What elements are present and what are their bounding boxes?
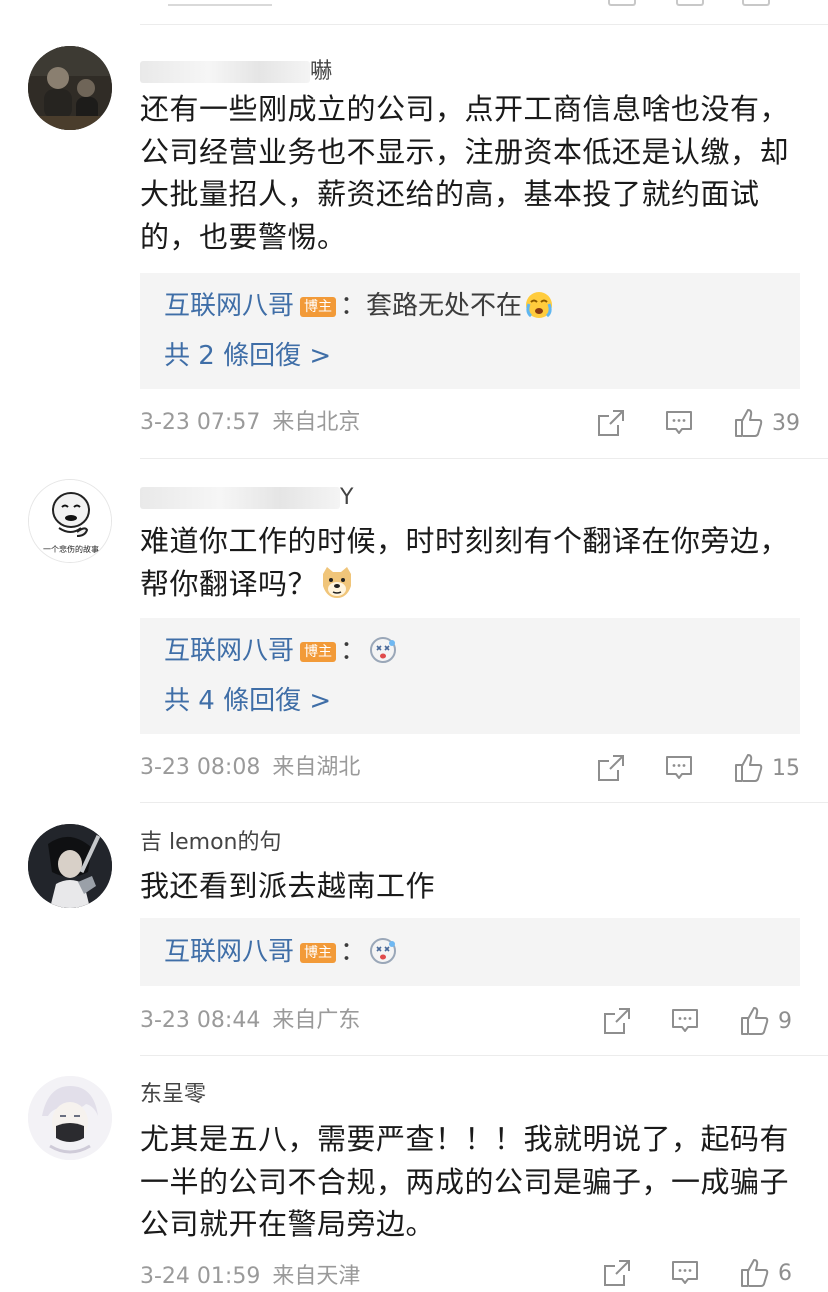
divider: [140, 24, 828, 25]
like-icon: [742, 0, 770, 6]
share-icon: [604, 1260, 630, 1286]
username-redacted: [140, 487, 340, 509]
avatar[interactable]: [28, 1076, 112, 1160]
like-count: 15: [772, 755, 800, 781]
doge-emoji: [319, 564, 355, 612]
comment-location: 来自北京: [272, 410, 361, 435]
comment-meta: 3-23 07:57 来自北京: [140, 408, 360, 438]
reply-box[interactable]: 互联网八哥 博主： 共 4 條回復 >: [140, 618, 800, 734]
comment-text: 难道你工作的时候，时时刻刻有个翻译在你旁边，帮你翻译吗？: [140, 520, 800, 611]
crying-face-emoji: [524, 290, 554, 329]
username-visible: 嚇: [310, 59, 333, 84]
share-icon: [598, 755, 624, 781]
share-icon: [604, 1008, 630, 1034]
comment-icon: [676, 0, 704, 6]
comment-text: 还有一些刚成立的公司，点开工商信息啥也没有，公司经营业务也不显示，注册资本低还是…: [140, 92, 790, 254]
comment-date: 3-24 01:59: [140, 1264, 261, 1289]
comment-button[interactable]: [664, 753, 694, 783]
comment-text: 我还看到派去越南工作: [140, 869, 436, 903]
share-button[interactable]: [602, 1006, 632, 1036]
avatar[interactable]: [28, 824, 112, 908]
comment-location: 来自天津: [272, 1264, 361, 1289]
like-button[interactable]: 9: [738, 1005, 800, 1037]
op-badge: 博主: [300, 642, 337, 662]
comment-actions: 6: [602, 1256, 800, 1290]
reply-count-link[interactable]: 共 2 條回復 >: [164, 339, 331, 373]
op-badge: 博主: [300, 297, 337, 317]
comment-date: 3-23 08:44: [140, 1008, 261, 1033]
like-button[interactable]: 39: [732, 407, 800, 439]
username[interactable]: Y: [140, 484, 353, 512]
divider: [140, 802, 828, 803]
username[interactable]: 东呈零: [140, 1081, 206, 1109]
like-count: 39: [772, 410, 800, 436]
reply-text: ：套路无处不在: [340, 291, 523, 321]
comment-location: 来自广东: [272, 1008, 361, 1033]
username-visible: 吉 lemon的句: [140, 830, 282, 855]
like-icon: [741, 1259, 769, 1287]
comment-meta: 3-23 08:08 来自湖北: [140, 753, 360, 783]
previous-meta-remnant: [168, 0, 272, 6]
comment-meta: 3-24 01:59 来自天津: [140, 1262, 360, 1292]
dizzy-face-emoji: [368, 635, 398, 674]
comment-icon: [672, 1009, 698, 1032]
username[interactable]: 吉 lemon的句: [140, 829, 281, 857]
username-visible: 东呈零: [140, 1082, 207, 1107]
op-badge: 博主: [300, 943, 337, 963]
comment-button[interactable]: [670, 1006, 700, 1036]
reply-preview[interactable]: 互联网八哥 博主：: [164, 634, 398, 674]
comment-location: 来自湖北: [272, 755, 361, 780]
comment-button[interactable]: [670, 1258, 700, 1288]
comment-meta: 3-23 08:44 来自广东: [140, 1006, 360, 1036]
share-button[interactable]: [602, 1258, 632, 1288]
reply-text: ：: [340, 636, 367, 666]
share-button[interactable]: [596, 408, 626, 438]
comment-text-content: 难道你工作的时候，时时刻刻有个翻译在你旁边，帮你翻译吗？: [140, 524, 790, 601]
comment-button[interactable]: [664, 408, 694, 438]
like-button[interactable]: 6: [738, 1257, 800, 1289]
username[interactable]: 嚇: [140, 58, 332, 86]
reply-box[interactable]: 互联网八哥 博主 ：套路无处不在 共 2 條回復 >: [140, 273, 800, 389]
like-count: 6: [778, 1260, 792, 1286]
divider: [140, 458, 828, 459]
comment-date: 3-23 08:08: [140, 755, 261, 780]
like-count: 9: [778, 1008, 792, 1034]
share-button[interactable]: [596, 753, 626, 783]
comment-icon: [666, 756, 692, 779]
comment-date: 3-23 07:57: [140, 410, 261, 435]
reply-author[interactable]: 互联网八哥: [164, 291, 294, 321]
username-redacted: [140, 61, 310, 83]
reply-count-link[interactable]: 共 4 條回復 >: [164, 684, 331, 718]
share-icon: [608, 0, 636, 6]
comment-actions: 9: [602, 1004, 800, 1038]
comment-text: 尤其是五八，需要严查！！！我就明说了，起码有一半的公司不合规，两成的公司是骗子，…: [140, 1122, 790, 1241]
like-button[interactable]: 15: [732, 752, 800, 784]
comment-actions: 15: [596, 751, 800, 785]
comment-icon: [666, 411, 692, 434]
reply-preview[interactable]: 互联网八哥 博主：: [164, 935, 398, 975]
avatar-caption: 一个悲伤的故事: [43, 544, 99, 554]
reply-text: ：: [340, 937, 367, 967]
dizzy-face-emoji: [368, 936, 398, 975]
comment-icon: [672, 1261, 698, 1284]
like-icon: [735, 754, 763, 782]
avatar[interactable]: 一个悲伤的故事: [28, 479, 112, 563]
username-visible: Y: [340, 485, 354, 510]
like-icon: [735, 409, 763, 437]
reply-author[interactable]: 互联网八哥: [164, 636, 294, 666]
previous-comment-remnant: [0, 0, 828, 26]
reply-author[interactable]: 互联网八哥: [164, 937, 294, 967]
avatar[interactable]: [28, 46, 112, 130]
reply-preview[interactable]: 互联网八哥 博主 ：套路无处不在: [164, 289, 554, 329]
like-icon: [741, 1007, 769, 1035]
divider: [140, 1055, 828, 1056]
comment-actions: 39: [596, 406, 800, 440]
reply-box[interactable]: 互联网八哥 博主：: [140, 918, 800, 986]
share-icon: [598, 410, 624, 436]
